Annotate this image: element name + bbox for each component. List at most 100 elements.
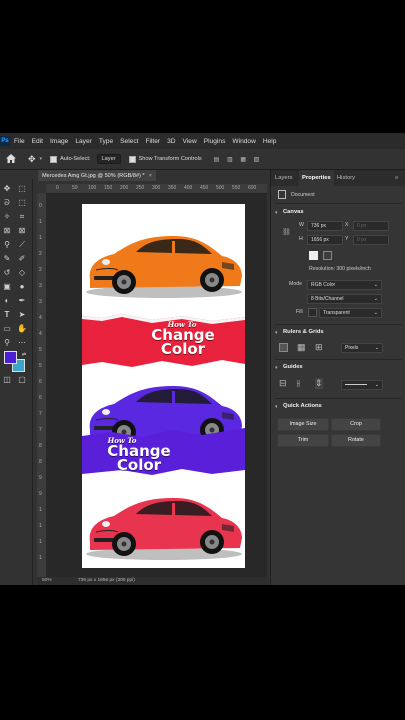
landscape-orientation-icon[interactable] (323, 251, 332, 260)
rectangle-tool-icon[interactable]: ▭ (1, 323, 13, 334)
ruler-v-label: 9 (39, 475, 42, 481)
hand-tool-icon[interactable]: ✋ (16, 323, 28, 334)
rotate-button[interactable]: Rotate (331, 434, 381, 447)
path-selection-icon[interactable]: ➤ (16, 309, 28, 320)
ruler-v-label: 6 (39, 379, 42, 385)
horizontal-ruler: 0 50 100 150 200 250 300 350 400 450 500… (46, 184, 267, 194)
object-selection-icon[interactable]: ⬚ (16, 197, 28, 208)
crop-button[interactable]: Crop (331, 418, 381, 431)
pixel-grid-icon[interactable]: ⊞ (315, 342, 323, 353)
move-tool-icon[interactable]: ✥ (28, 154, 36, 165)
menu-plugins[interactable]: Plugins (204, 138, 226, 145)
fill-dropdown[interactable]: Transparent ⌄ (319, 308, 382, 318)
foreground-color-swatch[interactable] (4, 351, 17, 364)
auto-select-checkbox[interactable] (50, 155, 58, 163)
panel-menu-icon[interactable]: ≡ (395, 170, 398, 186)
transform-controls-checkbox[interactable] (128, 155, 136, 163)
ruler-h-label: 150 (104, 185, 113, 191)
pen-tool-icon[interactable]: ✒ (16, 295, 28, 306)
close-tab-icon[interactable]: × (149, 173, 152, 179)
ruler-v-label: 5 (39, 363, 42, 369)
ruler-h-label: 0 (56, 185, 59, 191)
ruler-v-label: 1 (39, 555, 42, 561)
quick-actions-chevron-icon[interactable]: ▾ (275, 404, 278, 410)
pencil-tool-icon[interactable]: ✐ (16, 253, 28, 264)
zoom-tool-icon[interactable]: ⚲ (1, 337, 13, 348)
blur-tool-icon[interactable]: ● (16, 281, 28, 292)
magic-wand-icon[interactable]: ✧ (1, 211, 13, 222)
frame-tool-icon[interactable]: ⊠ (1, 225, 13, 236)
ruler-v-label: 4 (39, 315, 42, 321)
divider (275, 398, 402, 399)
menu-filter[interactable]: Filter (145, 138, 160, 145)
quick-mask-icon[interactable]: ◫ (1, 374, 13, 385)
lock-guides-icon[interactable]: ⫲ (297, 378, 300, 389)
gradient-tool-icon[interactable]: ▣ (1, 281, 13, 292)
chevron-down-icon: ⌄ (373, 310, 378, 316)
image-size-button[interactable]: Image Size (277, 418, 329, 431)
swap-colors-icon[interactable]: ⇄ (18, 349, 30, 360)
fill-swatch[interactable] (308, 308, 317, 317)
crop-tool-icon[interactable]: ⌗ (16, 211, 28, 222)
show-guides-icon[interactable]: ⊟ (279, 378, 287, 389)
menu-file[interactable]: File (14, 138, 25, 145)
menu-view[interactable]: View (183, 138, 197, 145)
menu-3d[interactable]: 3D (167, 138, 175, 145)
ruler-icon[interactable] (279, 343, 288, 352)
width-field[interactable]: 736 px (307, 221, 343, 231)
move-tool-icon[interactable]: ✥ (1, 183, 13, 194)
link-dimensions-icon[interactable]: ⛓ (282, 228, 291, 236)
ruler-tool-icon[interactable]: ⟋ (16, 239, 28, 250)
tab-layers[interactable]: Layers (275, 170, 292, 186)
menu-image[interactable]: Image (50, 138, 68, 145)
lasso-tool-icon[interactable]: ᘐ (1, 197, 13, 208)
ruler-v-label: 8 (39, 459, 42, 465)
menu-type[interactable]: Type (99, 138, 113, 145)
x-field[interactable]: 0 px (353, 221, 389, 231)
history-brush-icon[interactable]: ↺ (1, 267, 13, 278)
trim-button[interactable]: Trim (277, 434, 329, 447)
guide-style-dropdown[interactable]: ⌄ (341, 380, 383, 390)
more-tools-icon[interactable]: ⋯ (16, 337, 28, 348)
ruler-units-dropdown[interactable]: Pixels ⌄ (341, 343, 383, 353)
artboard-tool-icon[interactable]: ⬚ (16, 183, 28, 194)
dodge-tool-icon[interactable]: ◐ (1, 295, 13, 306)
tools-panel: ✥ ⬚ ᘐ ⬚ ✧ ⌗ ⊠ ⊠ ⚲ ⟋ ✎ ✐ ↺ ◇ ▣ ● ◐ ✒ T ➤ … (0, 179, 33, 585)
guides-chevron-icon[interactable]: ▾ (275, 365, 278, 371)
menu-help[interactable]: Help (263, 138, 277, 145)
status-bar: 50% 736 px x 1656 px (300 ppi) (38, 577, 268, 585)
photoshop-window: Ps File Edit Image Layer Type Select Fil… (0, 133, 405, 585)
tab-history[interactable]: History (337, 170, 355, 186)
slice-tool-icon[interactable]: ⊠ (16, 225, 28, 236)
eyedropper-icon[interactable]: ⚲ (1, 239, 13, 250)
screen-mode-icon[interactable]: ▢ (16, 374, 28, 385)
portrait-orientation-icon[interactable] (309, 251, 318, 260)
mode-dropdown[interactable]: RGB Color ⌄ (307, 280, 382, 290)
zoom-level[interactable]: 50% (42, 578, 52, 583)
ruler-v-label: 4 (39, 331, 42, 337)
height-field[interactable]: 1656 px (307, 235, 343, 245)
menu-select[interactable]: Select (120, 138, 138, 145)
tab-properties[interactable]: Properties (299, 170, 334, 186)
rulers-chevron-icon[interactable]: ▾ (275, 330, 278, 336)
brush-tool-icon[interactable]: ✎ (1, 253, 13, 264)
chevron-down-icon: ⌄ (373, 296, 378, 302)
grid-icon[interactable]: ▦ (297, 342, 306, 353)
eraser-tool-icon[interactable]: ◇ (16, 267, 28, 278)
menu-edit[interactable]: Edit (32, 138, 43, 145)
y-field[interactable]: 0 px (353, 235, 389, 245)
ruler-h-label: 600 (248, 185, 257, 191)
home-icon[interactable] (6, 150, 16, 168)
move-dropdown-chevron-icon[interactable]: ▾ (40, 156, 43, 162)
canvas-chevron-icon[interactable]: ▾ (275, 210, 278, 216)
bit-depth-dropdown[interactable]: 8 Bits/Channel ⌄ (307, 294, 382, 304)
auto-select-dropdown[interactable]: Layer (96, 154, 121, 164)
smart-guides-icon[interactable]: ⇕ (315, 378, 323, 389)
menu-layer[interactable]: Layer (75, 138, 92, 145)
menu-window[interactable]: Window (232, 138, 255, 145)
align-icons[interactable]: ▤ ▥ ▦ ▧ (214, 156, 263, 163)
type-tool-icon[interactable]: T (1, 309, 13, 320)
panel-tabs: Layers Properties History ≡ (271, 170, 405, 186)
document-canvas[interactable]: How To Change Color How To Change Color (82, 204, 245, 568)
document-tab[interactable]: Mercedes Amg Gt.jpg @ 50% (RGB/8#) * × (38, 170, 156, 181)
